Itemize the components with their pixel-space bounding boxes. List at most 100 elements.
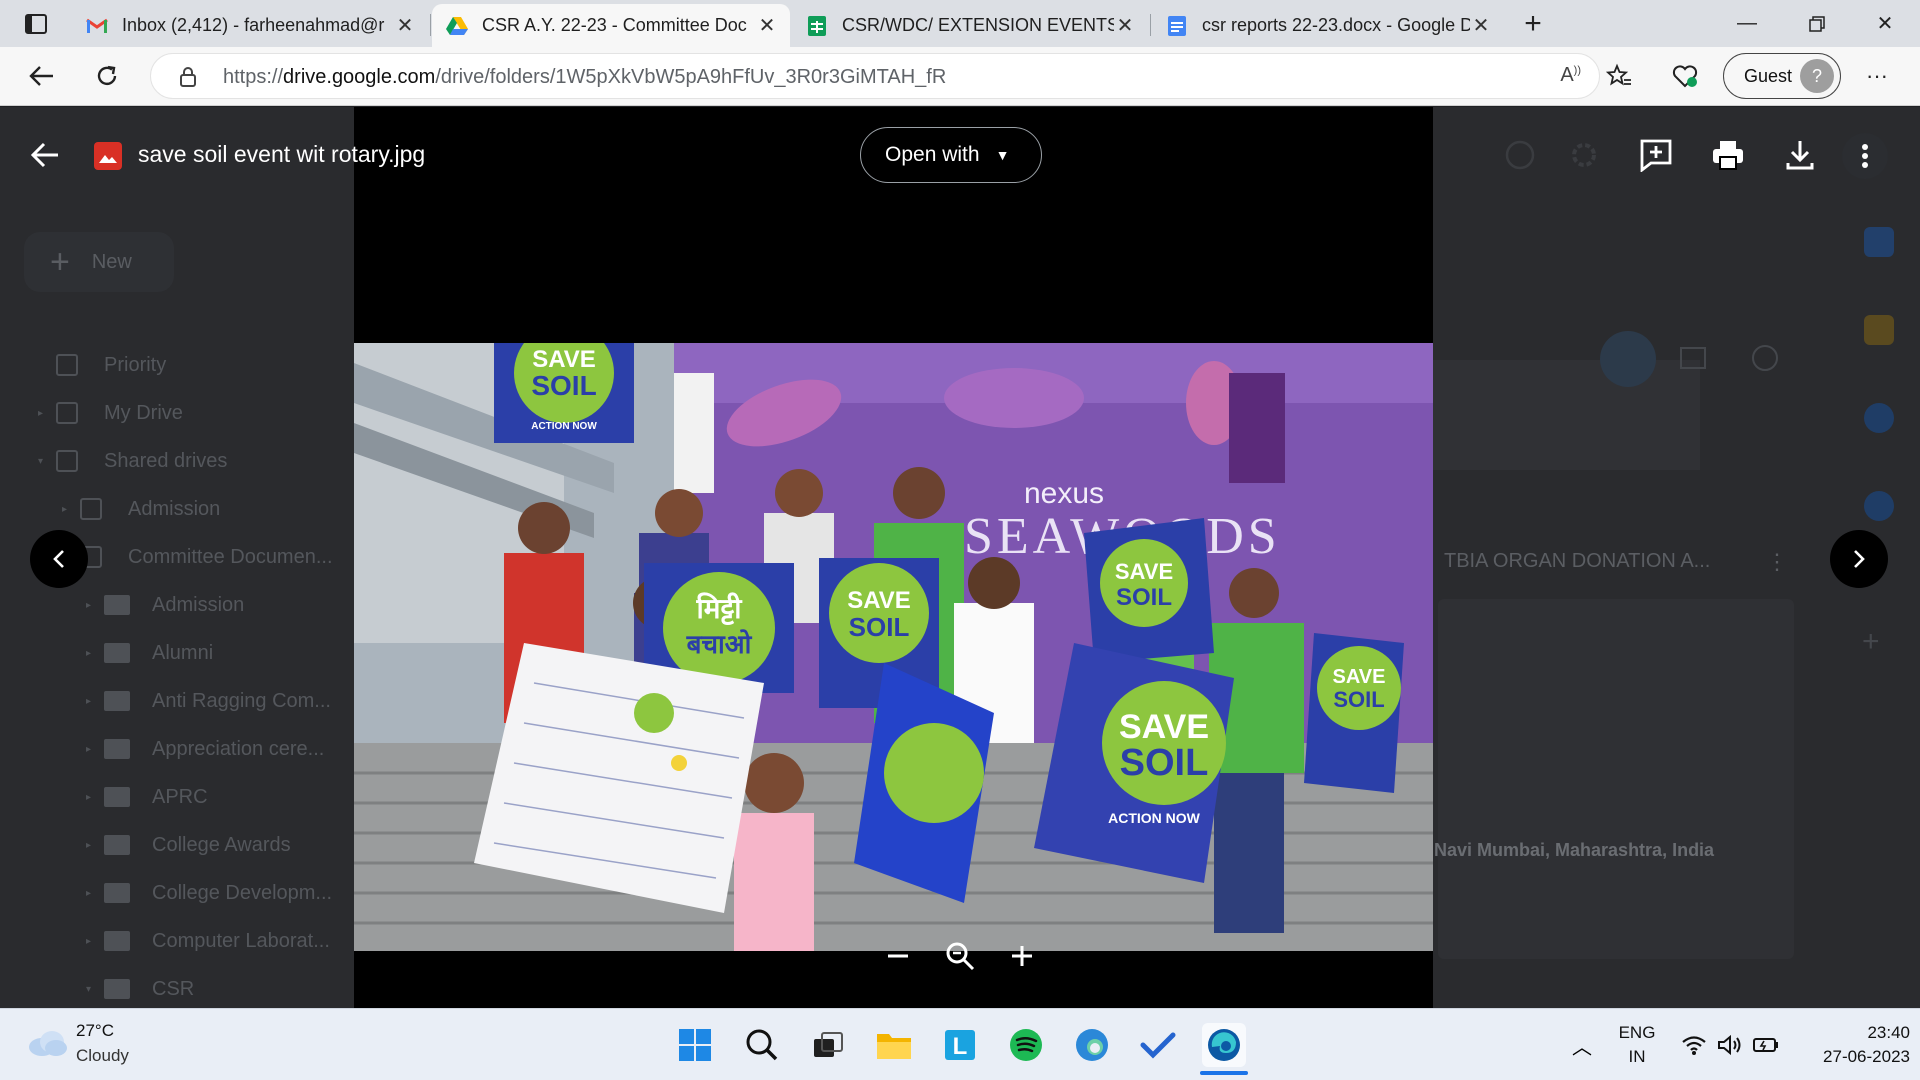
next-file-button[interactable] bbox=[1830, 530, 1888, 588]
arrow-back-icon bbox=[30, 142, 58, 168]
nav-folder[interactable]: ▸ APRC bbox=[86, 777, 208, 817]
file-card-preview[interactable] bbox=[1438, 599, 1794, 959]
settings-more-icon[interactable]: ··· bbox=[1856, 55, 1898, 97]
dropdown-arrow-icon: ▼ bbox=[995, 147, 1010, 163]
open-with-button[interactable]: Open with ▼ bbox=[860, 127, 1042, 183]
nav-my-drive[interactable]: ▸ My Drive bbox=[38, 393, 183, 433]
svg-text:SOIL: SOIL bbox=[849, 612, 910, 642]
file-explorer-icon[interactable] bbox=[872, 1023, 916, 1067]
tab-actions-icon[interactable] bbox=[14, 3, 58, 45]
nav-folder[interactable]: ▸ Anti Ragging Com... bbox=[86, 681, 331, 721]
reload-icon[interactable] bbox=[86, 55, 128, 97]
more-actions-button[interactable] bbox=[1842, 133, 1888, 179]
svg-text:बचाओ: बचाओ bbox=[686, 629, 753, 660]
clock-time[interactable]: 23:40 bbox=[1790, 1023, 1910, 1043]
previous-file-button[interactable] bbox=[30, 530, 88, 588]
language-region[interactable]: IN bbox=[1612, 1047, 1662, 1067]
todo-checkmark-icon[interactable] bbox=[1136, 1023, 1180, 1067]
zoom-reset-icon[interactable] bbox=[945, 941, 975, 976]
search-icon[interactable] bbox=[740, 1023, 784, 1067]
close-viewer-button[interactable] bbox=[30, 141, 62, 173]
priority-icon bbox=[56, 354, 78, 376]
nav-admission-drive[interactable]: ▸ Admission bbox=[62, 489, 220, 529]
contacts-icon[interactable] bbox=[1864, 491, 1894, 521]
edge-beta-icon[interactable] bbox=[1070, 1023, 1114, 1067]
restore-icon[interactable] bbox=[1782, 0, 1852, 47]
edge-browser-icon[interactable] bbox=[1202, 1023, 1246, 1067]
weather-condition[interactable]: Cloudy bbox=[76, 1046, 129, 1066]
add-comment-icon[interactable] bbox=[1636, 135, 1676, 175]
gear-icon bbox=[1564, 135, 1604, 175]
nav-folder[interactable]: ▸ Appreciation cere... bbox=[86, 729, 324, 769]
new-tab-button[interactable]: + bbox=[1512, 3, 1554, 45]
nav-priority[interactable]: Priority bbox=[56, 345, 166, 385]
nav-folder[interactable]: ▸ Computer Laborat... bbox=[86, 921, 330, 961]
weather-cloud-icon[interactable] bbox=[26, 1029, 68, 1062]
browser-tab-strip: Inbox (2,412) - farheenahmad@r ✕ CSR A.Y… bbox=[0, 0, 1920, 47]
clock-date[interactable]: 27-06-2023 bbox=[1790, 1047, 1910, 1067]
close-tab-icon[interactable]: ✕ bbox=[1470, 13, 1492, 38]
info-icon[interactable] bbox=[1752, 345, 1778, 371]
folder-icon bbox=[104, 883, 130, 903]
back-icon[interactable] bbox=[20, 55, 62, 97]
task-view-icon[interactable] bbox=[806, 1023, 850, 1067]
file-card-title[interactable]: TBIA ORGAN DONATION A... bbox=[1444, 550, 1710, 573]
nav-shared-drives[interactable]: ▾ Shared drives bbox=[38, 441, 227, 481]
weather-temperature[interactable]: 27°C bbox=[76, 1021, 114, 1041]
chevron-up-icon[interactable]: ︿ bbox=[1560, 1023, 1604, 1067]
tab-gmail[interactable]: Inbox (2,412) - farheenahmad@r ✕ bbox=[72, 4, 428, 47]
tab-drive[interactable]: CSR A.Y. 22-23 - Committee Doc ✕ bbox=[432, 4, 790, 47]
keep-icon[interactable] bbox=[1864, 315, 1894, 345]
close-tab-icon[interactable]: ✕ bbox=[1114, 13, 1136, 38]
spotify-icon[interactable] bbox=[1004, 1023, 1048, 1067]
folder-icon bbox=[104, 595, 130, 615]
nav-folder[interactable]: ▸ College Developm... bbox=[86, 873, 332, 913]
event-photo[interactable]: nexus SEAWOODS bbox=[354, 343, 1433, 951]
favorites-icon[interactable] bbox=[1598, 55, 1640, 97]
list-view-icon[interactable] bbox=[1680, 347, 1706, 369]
folder-icon bbox=[104, 931, 130, 951]
my-drive-icon bbox=[56, 402, 78, 424]
minimize-icon[interactable]: ― bbox=[1712, 0, 1782, 47]
close-tab-icon[interactable]: ✕ bbox=[394, 13, 416, 38]
close-window-icon[interactable]: ✕ bbox=[1850, 0, 1920, 47]
add-icon[interactable]: + bbox=[1862, 625, 1880, 659]
nav-folder[interactable]: ▸ Admission bbox=[86, 585, 244, 625]
nav-folder[interactable]: ▾ CSR bbox=[86, 969, 194, 1008]
nav-committee-documents[interactable]: ▾Committee Documen... bbox=[62, 537, 333, 577]
tab-title: CSR/WDC/ EXTENSION EVENTS F bbox=[842, 15, 1114, 35]
lens-app-icon[interactable]: L bbox=[938, 1023, 982, 1067]
profile-button[interactable]: Guest ? bbox=[1723, 53, 1841, 99]
close-tab-icon[interactable]: ✕ bbox=[756, 13, 778, 38]
print-icon[interactable] bbox=[1708, 135, 1748, 175]
tasks-icon[interactable] bbox=[1864, 403, 1894, 433]
file-card-location: Navi Mumbai, Maharashtra, India bbox=[1434, 840, 1715, 860]
file-name: save soil event wit rotary.jpg bbox=[138, 141, 426, 167]
nav-folder[interactable]: ▸ College Awards bbox=[86, 825, 291, 865]
image-viewer-stage: nexus SEAWOODS bbox=[354, 107, 1433, 1008]
read-aloud-icon[interactable]: A)) bbox=[1560, 64, 1581, 87]
zoom-controls bbox=[868, 928, 1052, 988]
lock-icon[interactable] bbox=[179, 66, 197, 93]
tab-title: CSR A.Y. 22-23 - Committee Doc bbox=[482, 15, 747, 35]
nav-folder[interactable]: ▸ Alumni bbox=[86, 633, 213, 673]
tab-sheets[interactable]: CSR/WDC/ EXTENSION EVENTS F ✕ bbox=[792, 4, 1148, 47]
svg-text:SAVE: SAVE bbox=[1333, 666, 1386, 688]
download-icon[interactable] bbox=[1780, 135, 1820, 175]
zoom-in-icon[interactable] bbox=[1009, 943, 1035, 974]
zoom-out-icon[interactable] bbox=[885, 943, 911, 974]
new-button[interactable]: + New bbox=[24, 232, 174, 292]
filter-icon[interactable] bbox=[1600, 331, 1656, 387]
more-vert-icon[interactable]: ⋮ bbox=[1766, 549, 1788, 575]
start-windows-icon[interactable] bbox=[673, 1023, 717, 1067]
language-indicator[interactable]: ENG bbox=[1612, 1023, 1662, 1043]
profile-label: Guest bbox=[1744, 65, 1793, 86]
calendar-icon[interactable] bbox=[1864, 227, 1894, 257]
tab-docs[interactable]: csr reports 22-23.docx - Google D ✕ bbox=[1152, 4, 1504, 47]
address-bar[interactable]: https://drive.google.com/drive/folders/1… bbox=[150, 53, 1600, 99]
document-thumbnail[interactable] bbox=[1430, 360, 1700, 470]
save-soil-sign: SAVE SOIL ACTION NOW bbox=[494, 343, 634, 443]
browser-essentials-icon[interactable] bbox=[1664, 55, 1706, 97]
battery-icon[interactable] bbox=[1744, 1023, 1788, 1067]
google-sheets-icon bbox=[806, 15, 828, 37]
